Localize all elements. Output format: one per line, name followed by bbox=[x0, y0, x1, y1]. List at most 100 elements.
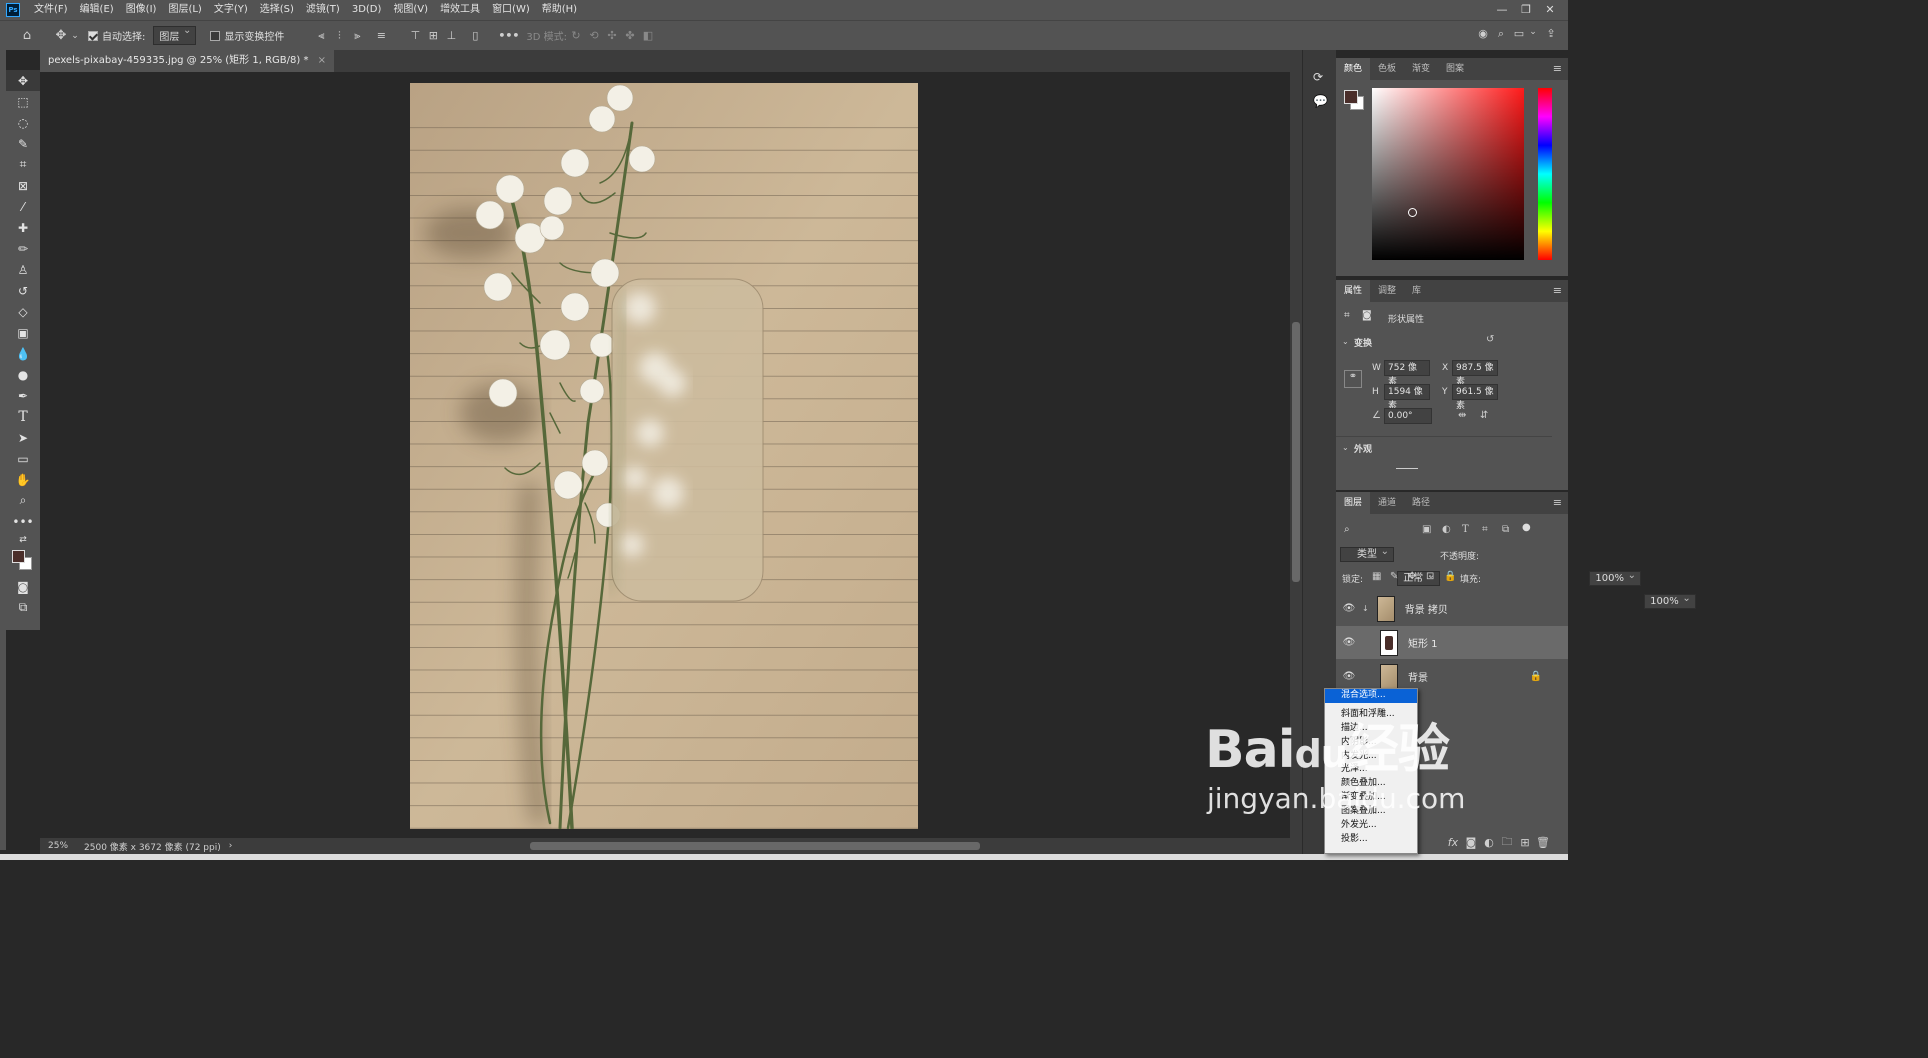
y-field[interactable]: 961.5 像素 bbox=[1452, 384, 1498, 411]
filter-shape-icon[interactable]: ⌗ bbox=[1482, 524, 1488, 535]
checkbox-unchecked-icon[interactable] bbox=[210, 30, 221, 41]
menu-item-bevel-emboss[interactable]: 斜面和浮雕... bbox=[1325, 708, 1417, 722]
stamp-tool-icon[interactable]: ♙ bbox=[6, 259, 40, 280]
frame-tool-icon[interactable]: ⊠ bbox=[6, 175, 40, 196]
picker-cursor[interactable] bbox=[1408, 208, 1417, 217]
menu-edit[interactable]: 编辑(E) bbox=[74, 0, 120, 20]
align-bottom-icon[interactable]: ⊥ bbox=[442, 29, 460, 42]
screen-mode-icon[interactable]: ⧉ bbox=[6, 597, 40, 618]
pen-tool-icon[interactable]: ✒ bbox=[6, 385, 40, 406]
menu-item-outer-glow[interactable]: 外发光... bbox=[1325, 819, 1417, 833]
menu-view[interactable]: 视图(V) bbox=[387, 0, 434, 20]
lock-artboard-icon[interactable]: ⊡ bbox=[1426, 571, 1434, 582]
tab-adjustments[interactable]: 调整 bbox=[1370, 280, 1404, 302]
x-field[interactable]: 987.5 像素 bbox=[1452, 360, 1498, 387]
tab-libraries[interactable]: 库 bbox=[1404, 280, 1429, 302]
opacity-field[interactable]: 100% bbox=[1589, 571, 1641, 586]
menu-item-color-overlay[interactable]: 颜色叠加... bbox=[1325, 777, 1417, 791]
add-mask-icon[interactable]: ◙ bbox=[1462, 836, 1480, 849]
fg-color-swatch[interactable] bbox=[1344, 90, 1358, 104]
color-picker-field[interactable] bbox=[1372, 88, 1524, 260]
3d-camera-icon[interactable]: ◧ bbox=[639, 29, 657, 42]
adjustment-layer-icon[interactable]: ◐ bbox=[1480, 836, 1498, 849]
zoom-level[interactable]: 25% bbox=[48, 841, 68, 851]
horizontal-scroll-thumb[interactable] bbox=[530, 842, 980, 850]
reset-transform-icon[interactable]: ↺ bbox=[1486, 334, 1494, 345]
layer-name[interactable]: 矩形 1 bbox=[1408, 635, 1438, 650]
menu-item-gradient-overlay[interactable]: 渐变叠加... bbox=[1325, 791, 1417, 805]
layer-row[interactable]: 👁 ↓ 背景 拷贝 bbox=[1336, 592, 1568, 625]
tab-paths[interactable]: 路径 bbox=[1404, 492, 1438, 514]
blur-tool-icon[interactable]: 💧 bbox=[6, 343, 40, 364]
vertical-scroll-thumb[interactable] bbox=[1292, 322, 1300, 582]
menu-item-inner-glow[interactable]: 内发光... bbox=[1325, 750, 1417, 764]
eye-icon[interactable]: 👁 bbox=[1338, 637, 1360, 648]
workspace-icon[interactable]: ▭ bbox=[1510, 27, 1528, 41]
tab-patterns[interactable]: 图案 bbox=[1438, 58, 1472, 80]
collapse-transform-icon[interactable]: ⌄ bbox=[1342, 337, 1349, 346]
align-hcenter-icon[interactable]: ⫶ bbox=[330, 29, 348, 43]
move-tool-icon[interactable]: ✥ bbox=[52, 28, 70, 43]
menu-type[interactable]: 文字(Y) bbox=[208, 0, 254, 20]
distribute-v-icon[interactable]: ▯ bbox=[466, 29, 484, 42]
menu-layer[interactable]: 图层(L) bbox=[162, 0, 207, 20]
user-icon[interactable]: ◉ bbox=[1474, 27, 1492, 41]
brush-tool-icon[interactable]: ✏ bbox=[6, 238, 40, 259]
filter-type-icon[interactable]: T bbox=[1462, 524, 1469, 535]
history-brush-icon[interactable]: ↺ bbox=[6, 280, 40, 301]
3d-pan-icon[interactable]: ✣ bbox=[603, 29, 621, 42]
align-left-icon[interactable]: ⫷ bbox=[312, 29, 330, 43]
menu-3d[interactable]: 3D(D) bbox=[346, 0, 388, 20]
restore-button[interactable]: ❐ bbox=[1514, 0, 1538, 20]
edit-toolbar-icon[interactable]: ••• bbox=[6, 511, 40, 532]
status-arrow-icon[interactable]: › bbox=[229, 841, 233, 851]
layer-row-selected[interactable]: 👁 矩形 1 bbox=[1336, 626, 1568, 659]
minimize-button[interactable]: — bbox=[1490, 0, 1514, 20]
filter-adjustment-icon[interactable]: ◐ bbox=[1442, 524, 1451, 535]
lock-all-icon[interactable]: 🔒 bbox=[1444, 571, 1456, 582]
lasso-tool-icon[interactable]: ◌ bbox=[6, 112, 40, 133]
move-tool-icon[interactable]: ✥ bbox=[6, 70, 40, 91]
delete-layer-icon[interactable]: 🗑 bbox=[1534, 836, 1552, 849]
menu-image[interactable]: 图像(I) bbox=[120, 0, 163, 20]
home-icon[interactable]: ⌂ bbox=[18, 28, 36, 43]
auto-select-checkbox[interactable]: 自动选择: bbox=[88, 28, 145, 43]
menu-plugins[interactable]: 增效工具 bbox=[434, 0, 486, 20]
swap-colors-icon[interactable]: ⇄ bbox=[6, 532, 40, 548]
path-select-tool-icon[interactable]: ➤ bbox=[6, 427, 40, 448]
3d-slide-icon[interactable]: ✤ bbox=[621, 29, 639, 42]
layer-name[interactable]: 背景 拷贝 bbox=[1405, 601, 1448, 616]
type-tool-icon[interactable]: T bbox=[6, 406, 40, 427]
panel-menu-icon[interactable]: ≡ bbox=[1553, 62, 1562, 75]
hue-slider[interactable] bbox=[1538, 88, 1552, 260]
document-tab[interactable]: pexels-pixabay-459335.jpg @ 25% (矩形 1, R… bbox=[40, 50, 335, 72]
filter-smart-icon[interactable]: ⧉ bbox=[1502, 524, 1509, 535]
document-canvas[interactable] bbox=[410, 83, 918, 829]
menu-file[interactable]: 文件(F) bbox=[28, 0, 74, 20]
more-options-icon[interactable]: ••• bbox=[498, 29, 519, 42]
tab-gradients[interactable]: 渐变 bbox=[1404, 58, 1438, 80]
align-vcenter-icon[interactable]: ⊞ bbox=[424, 29, 442, 42]
color-swatches[interactable] bbox=[6, 548, 40, 576]
layer-filter-dropdown[interactable]: 类型 bbox=[1340, 547, 1394, 562]
fill-field[interactable]: 100% bbox=[1644, 594, 1696, 609]
marquee-tool-icon[interactable]: ⬚ bbox=[6, 91, 40, 112]
flip-horizontal-icon[interactable]: ⇹ bbox=[1458, 410, 1466, 421]
menu-filter[interactable]: 滤镜(T) bbox=[300, 0, 346, 20]
close-window-button[interactable]: ✕ bbox=[1538, 0, 1562, 20]
menu-item-satin[interactable]: 光泽... bbox=[1325, 763, 1417, 777]
workspace-chevron-icon[interactable]: ⌄ bbox=[1528, 27, 1538, 41]
align-top-icon[interactable]: ⊤ bbox=[406, 29, 424, 42]
menu-item-pattern-overlay[interactable]: 图案叠加... bbox=[1325, 805, 1417, 819]
zoom-tool-icon[interactable]: ⌕ bbox=[6, 490, 40, 511]
panel-menu-icon[interactable]: ≡ bbox=[1553, 284, 1562, 297]
tab-swatches[interactable]: 色板 bbox=[1370, 58, 1404, 80]
crop-tool-icon[interactable]: ⌗ bbox=[6, 154, 40, 175]
height-field[interactable]: 1594 像素 bbox=[1384, 384, 1430, 411]
lock-pixels-icon[interactable]: ✎ bbox=[1390, 571, 1398, 582]
healing-tool-icon[interactable]: ✚ bbox=[6, 217, 40, 238]
tab-close-icon[interactable]: × bbox=[318, 55, 326, 66]
link-dimensions-icon[interactable]: ⚭ bbox=[1344, 370, 1362, 388]
quick-mask-icon[interactable]: ◙ bbox=[6, 576, 40, 597]
share-icon[interactable]: ⇪ bbox=[1542, 27, 1560, 41]
